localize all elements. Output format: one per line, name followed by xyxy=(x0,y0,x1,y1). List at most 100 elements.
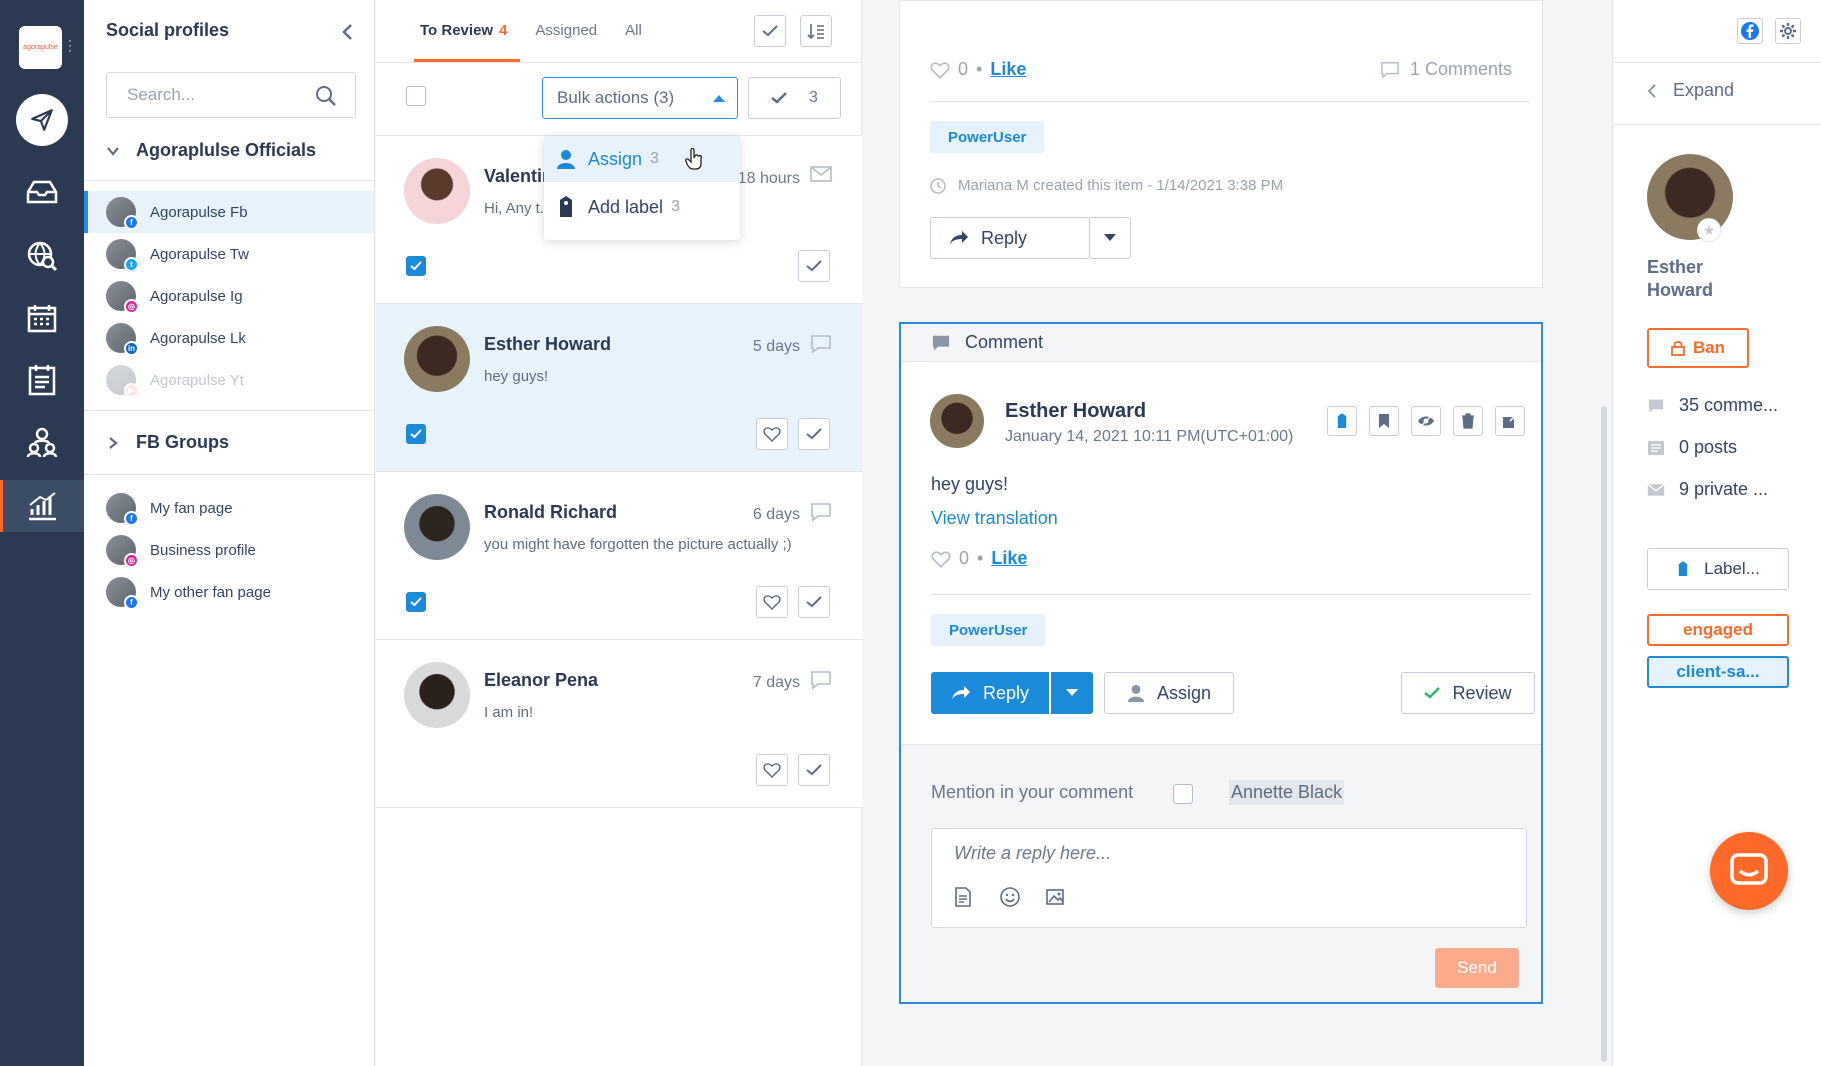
label-action-button[interactable] xyxy=(1327,406,1357,436)
like-button[interactable] xyxy=(756,754,788,786)
facebook-icon[interactable] xyxy=(1737,18,1763,44)
gear-icon[interactable] xyxy=(1775,18,1801,44)
comment-panel: Comment Esther Howard January 14, 2021 1… xyxy=(899,322,1543,1004)
view-translation-link[interactable]: View translation xyxy=(931,508,1058,529)
publishing-icon[interactable] xyxy=(22,360,62,400)
label-button[interactable]: Label... xyxy=(1647,548,1789,590)
avatar: ◎ xyxy=(106,535,139,568)
assign-button[interactable]: Assign xyxy=(1104,672,1234,714)
profile-item-agorapulse-lk[interactable]: in Agorapulse Lk xyxy=(84,317,374,359)
comment-author[interactable]: Esther Howard xyxy=(1005,400,1146,423)
team-icon[interactable] xyxy=(22,422,62,462)
tab-assigned[interactable]: Assigned xyxy=(535,22,597,39)
hand-cursor-icon xyxy=(685,148,703,170)
select-all-checkbox[interactable] xyxy=(406,86,426,106)
more-icon[interactable]: · · · xyxy=(68,34,72,56)
like-link[interactable]: Like xyxy=(991,548,1027,569)
label-tag[interactable]: PowerUser xyxy=(931,614,1046,646)
review-button[interactable] xyxy=(798,418,830,450)
agorapulse-logo[interactable]: agorapulse xyxy=(19,26,62,69)
like-button[interactable] xyxy=(756,586,788,618)
profile-label: My other fan page xyxy=(150,583,271,601)
emoji-icon[interactable] xyxy=(1000,887,1020,907)
reply-options-button[interactable] xyxy=(1051,672,1093,714)
calendar-icon[interactable] xyxy=(22,298,62,338)
stat-private: 9 private ... xyxy=(1647,479,1768,500)
comments-count[interactable]: 1 Comments xyxy=(1380,59,1512,80)
sort-button[interactable] xyxy=(800,15,832,47)
collapse-icon[interactable] xyxy=(340,22,354,42)
profile-item-agorapulse-tw[interactable]: t Agorapulse Tw xyxy=(84,233,374,275)
profile-search-input[interactable]: Search... xyxy=(106,72,356,118)
profile-item-agorapulse-ig[interactable]: ◎ Agorapulse Ig xyxy=(84,275,374,317)
menu-item-add-label[interactable]: Add label 3 xyxy=(544,184,740,230)
like-link[interactable]: Like xyxy=(990,59,1026,80)
group-header-fb-groups[interactable]: FB Groups xyxy=(106,432,229,453)
linkedin-icon: in xyxy=(124,341,139,356)
reports-icon[interactable] xyxy=(22,486,62,526)
bulk-actions-label: Bulk actions (3) xyxy=(557,88,675,107)
facebook-icon: f xyxy=(124,511,139,526)
review-all-button[interactable] xyxy=(754,15,786,47)
item-checkbox[interactable] xyxy=(406,256,426,276)
reply-textarea[interactable]: Write a reply here... xyxy=(931,828,1527,928)
inbox-item[interactable]: Ronald Richard 6 days you might have for… xyxy=(376,472,862,640)
inbox-item[interactable]: Eleanor Pena 7 days I am in! xyxy=(376,640,862,808)
profile-item-agorapulse-yt[interactable]: ▶ Agorapulse Yt xyxy=(84,359,374,401)
tab-to-review[interactable]: To Review 4 xyxy=(420,22,507,39)
item-time: 5 days xyxy=(752,338,800,355)
external-link-button[interactable] xyxy=(1495,406,1525,436)
item-checkbox[interactable] xyxy=(406,424,426,444)
tab-all[interactable]: All xyxy=(625,22,642,39)
label-chip-engaged[interactable]: engaged xyxy=(1647,614,1789,646)
hide-button[interactable] xyxy=(1411,406,1441,436)
ban-button[interactable]: Ban xyxy=(1647,328,1749,368)
scrollbar[interactable] xyxy=(1601,406,1607,1062)
comment-icon xyxy=(810,502,832,522)
expand-button[interactable]: Expand xyxy=(1647,80,1734,101)
delete-button[interactable] xyxy=(1453,406,1483,436)
item-checkbox[interactable] xyxy=(406,592,426,612)
chat-launcher-button[interactable] xyxy=(1710,832,1788,910)
like-row: 0 • Like xyxy=(930,59,1026,80)
review-button[interactable] xyxy=(798,586,830,618)
profile-item-agorapulse-fb[interactable]: f Agorapulse Fb xyxy=(84,191,374,233)
comment-icon xyxy=(932,335,950,350)
star-icon[interactable]: ★ xyxy=(1697,218,1721,242)
reply-options-button[interactable] xyxy=(1089,217,1131,259)
review-button[interactable] xyxy=(798,250,830,282)
clock-icon xyxy=(930,177,946,194)
review-button[interactable]: Review xyxy=(1401,672,1535,714)
reply-button[interactable]: Reply xyxy=(930,217,1090,259)
label-chip-client[interactable]: client-sa... xyxy=(1647,656,1789,688)
checkmark-icon xyxy=(1424,687,1441,699)
menu-item-assign[interactable]: Assign 3 xyxy=(544,136,740,182)
profile-item-business-profile[interactable]: ◎ Business profile xyxy=(84,529,374,571)
avatar: in xyxy=(106,323,139,356)
parent-item-panel: 0 • Like 1 Comments PowerUser Mariana M … xyxy=(899,0,1543,288)
item-text: I am in! xyxy=(484,704,534,721)
bulk-actions-select[interactable]: Bulk actions (3) xyxy=(542,77,738,119)
divider xyxy=(84,410,374,411)
profile-item-my-fan-page[interactable]: f My fan page xyxy=(84,487,374,529)
group-header-officials[interactable]: Agoraplulse Officials xyxy=(106,140,316,161)
image-icon[interactable] xyxy=(1046,887,1066,907)
send-button[interactable]: Send xyxy=(1435,948,1519,988)
profile-label: Agorapulse Fb xyxy=(150,203,248,221)
reply-button[interactable]: Reply xyxy=(931,672,1049,714)
template-icon[interactable] xyxy=(954,887,972,907)
review-selected-button[interactable]: 3 xyxy=(748,77,841,119)
mention-name[interactable]: Annette Black xyxy=(1229,780,1345,805)
profile-item-my-other-fan-page[interactable]: f My other fan page xyxy=(84,571,374,613)
inbox-icon[interactable] xyxy=(22,172,62,212)
reply-placeholder: Write a reply here... xyxy=(954,843,1112,863)
listening-icon[interactable] xyxy=(22,236,62,276)
lock-icon xyxy=(1671,340,1685,356)
inbox-item[interactable]: Esther Howard 5 days hey guys! xyxy=(376,304,862,472)
compose-icon[interactable] xyxy=(16,94,68,146)
bookmark-button[interactable] xyxy=(1369,406,1399,436)
like-button[interactable] xyxy=(756,418,788,450)
review-button[interactable] xyxy=(798,754,830,786)
mention-checkbox[interactable] xyxy=(1173,784,1193,804)
label-tag[interactable]: PowerUser xyxy=(930,121,1045,153)
